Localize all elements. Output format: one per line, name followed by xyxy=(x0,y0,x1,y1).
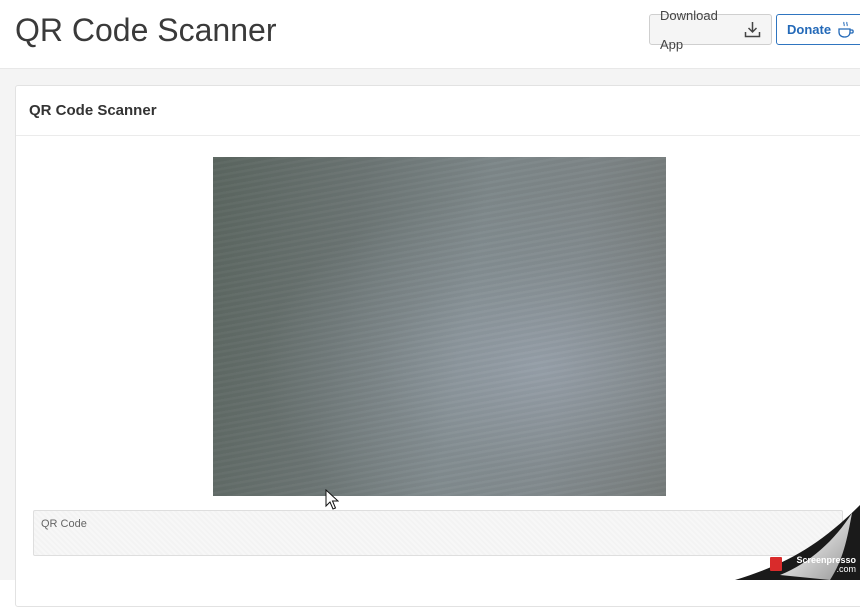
donate-label: Donate xyxy=(787,22,832,37)
coffee-cup-icon xyxy=(837,21,855,39)
watermark-domain: .com xyxy=(836,564,856,574)
download-icon xyxy=(744,21,761,38)
camera-preview xyxy=(213,157,666,496)
watermark: Screenpresso .com xyxy=(770,556,856,576)
scanner-panel: QR Code Scanner QR Code xyxy=(15,85,860,607)
top-bar: QR Code Scanner Download App Donate xyxy=(0,0,860,69)
download-app-label: Download App xyxy=(660,7,718,52)
screenpresso-logo-icon xyxy=(770,557,782,571)
page-title: QR Code Scanner xyxy=(15,12,277,48)
panel-title: QR Code Scanner xyxy=(29,102,157,119)
panel-header: QR Code Scanner xyxy=(16,86,860,136)
donate-button[interactable]: Donate xyxy=(776,14,860,45)
qr-code-label: QR Code xyxy=(41,518,87,530)
download-app-button[interactable]: Download App xyxy=(649,8,772,52)
mouse-cursor-icon xyxy=(325,488,340,511)
qr-code-output[interactable]: QR Code xyxy=(33,510,843,556)
